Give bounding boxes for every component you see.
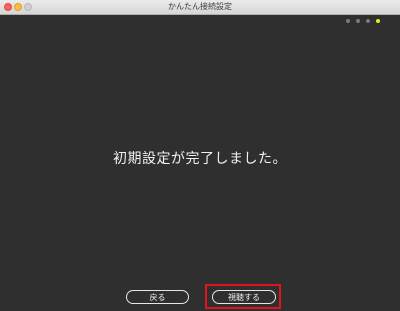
watch-button-highlight-frame — [205, 284, 281, 309]
window-title: かんたん接続設定 — [168, 2, 232, 11]
title-bar: かんたん接続設定 — [0, 0, 400, 15]
step-indicator — [346, 19, 380, 23]
step-dot-4-active — [376, 19, 380, 23]
step-dot-2 — [356, 19, 360, 23]
step-dot-3 — [366, 19, 370, 23]
back-button[interactable]: 戻る — [126, 290, 189, 304]
app-window: かんたん接続設定 初期設定が完了しました。 戻る 視聴する — [0, 0, 400, 311]
completion-message: 初期設定が完了しました。 — [113, 151, 287, 167]
step-dot-1 — [346, 19, 350, 23]
